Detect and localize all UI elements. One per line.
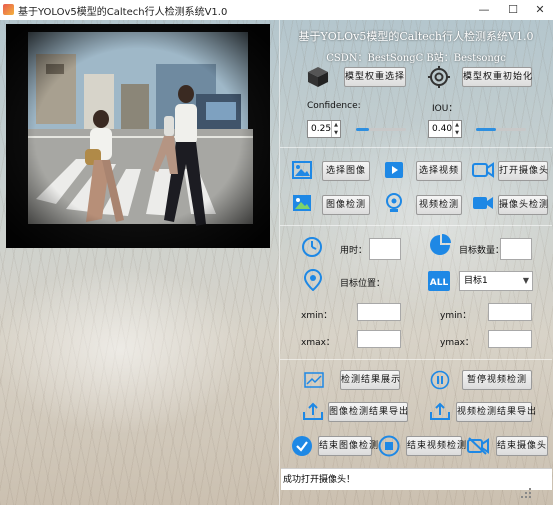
iou-label: IOU： — [432, 104, 458, 114]
pie-chart-icon — [430, 234, 451, 255]
resize-grip-icon[interactable] — [520, 487, 532, 499]
xmin-label: xmin： — [301, 311, 333, 321]
select-model-button[interactable]: 模型权重选择 — [344, 67, 406, 87]
xmax-label: xmax： — [301, 338, 335, 348]
iou-value: 0.40 — [432, 124, 453, 134]
camera-icon — [472, 162, 494, 178]
panel-divider — [279, 20, 280, 505]
ymax-field — [488, 330, 532, 348]
spin-arrows-icon[interactable]: ▲ ▼ — [452, 121, 461, 137]
video-file-icon — [385, 162, 403, 178]
iou-spinbox[interactable]: 0.40 ▲ ▼ — [428, 120, 462, 138]
upload-icon — [303, 402, 323, 420]
xmin-field — [357, 303, 401, 321]
image-detect-icon — [293, 195, 311, 211]
target-selected-value: 目标1 — [464, 276, 488, 286]
end-video-detect-button[interactable]: 结束视频检测 — [406, 436, 466, 456]
open-camera-button[interactable]: 打开摄像头 — [498, 161, 548, 181]
end-camera-button[interactable]: 结束摄像头 — [496, 436, 548, 456]
confidence-label: Confidence: — [307, 101, 361, 111]
position-label: 目标位置： — [340, 279, 386, 289]
check-circle-icon — [292, 436, 312, 456]
confidence-value: 0.25 — [311, 124, 332, 134]
section-divider — [280, 147, 552, 148]
time-value-field — [369, 238, 401, 260]
pause-video-button[interactable]: 暂停视频检测 — [462, 370, 532, 390]
image-detect-button[interactable]: 图像检测 — [322, 195, 370, 215]
maximize-button[interactable]: ☐ — [500, 0, 526, 20]
status-message: 成功打开摄像头！ — [283, 475, 356, 485]
stop-circle-icon — [378, 435, 400, 457]
image-icon — [292, 161, 312, 179]
all-icon: ALL — [428, 271, 450, 291]
camera-off-icon — [467, 437, 489, 455]
window-title: 基于YOLOv5模型的Caltech行人检测系统V1.0 — [18, 7, 228, 18]
section-divider — [280, 225, 552, 226]
show-results-button[interactable]: 检测结果展示 — [340, 370, 400, 390]
count-label: 目标数量： — [459, 246, 505, 256]
time-label: 用时： — [340, 246, 368, 256]
cube-icon — [308, 67, 328, 87]
confidence-slider-fill — [356, 128, 369, 131]
xmax-field — [357, 330, 401, 348]
confidence-spinbox[interactable]: 0.25 ▲ ▼ — [307, 120, 341, 138]
app-header-title: 基于YOLOv5模型的Caltech行人检测系统V1.0 — [298, 30, 534, 43]
camera-detect-button[interactable]: 摄像头检测 — [498, 195, 548, 215]
pause-icon — [430, 370, 450, 390]
main-window-body: 基于YOLOv5模型的Caltech行人检测系统V1.0 CSDN：BestSo… — [0, 20, 553, 505]
export-video-results-button[interactable]: 视频检测结果导出 — [456, 402, 536, 422]
ymax-label: ymax： — [440, 338, 474, 348]
video-preview — [6, 24, 270, 248]
upload-icon — [430, 402, 450, 420]
select-image-button[interactable]: 选择图像 — [322, 161, 370, 181]
count-value-field — [500, 238, 532, 260]
clock-icon — [302, 237, 322, 257]
iou-slider[interactable] — [476, 128, 526, 131]
window-titlebar: 基于YOLOv5模型的Caltech行人检测系统V1.0 — ☐ ✕ — [0, 0, 553, 21]
video-detect-button[interactable]: 视频检测 — [416, 195, 462, 215]
close-button[interactable]: ✕ — [527, 0, 553, 20]
end-image-detect-button[interactable]: 结束图像检测 — [318, 436, 378, 456]
location-pin-icon — [304, 269, 322, 291]
line-chart-icon — [304, 372, 324, 388]
spin-arrows-icon[interactable]: ▲ ▼ — [331, 121, 340, 137]
init-model-button[interactable]: 模型权重初始化 — [462, 67, 532, 87]
svg-text:ALL: ALL — [430, 278, 449, 288]
camera-detect-icon — [473, 197, 493, 209]
confidence-slider[interactable] — [356, 128, 406, 131]
target-gear-icon — [428, 66, 450, 88]
section-divider — [280, 359, 552, 360]
ymin-label: ymin： — [440, 311, 472, 321]
app-icon — [3, 4, 14, 15]
street-scene-image — [6, 24, 270, 248]
chevron-down-icon: ▼ — [522, 276, 529, 285]
app-header-subtitle: CSDN：BestSongC B站：Bestsongc — [326, 53, 506, 64]
webcam-icon — [386, 193, 402, 212]
target-select-dropdown[interactable]: 目标1 ▼ — [459, 271, 533, 291]
ymin-field — [488, 303, 532, 321]
minimize-button[interactable]: — — [471, 0, 497, 20]
iou-slider-fill — [476, 128, 496, 131]
export-image-results-button[interactable]: 图像检测结果导出 — [328, 402, 408, 422]
status-bar: 成功打开摄像头！ — [281, 468, 552, 490]
select-video-button[interactable]: 选择视频 — [416, 161, 462, 181]
